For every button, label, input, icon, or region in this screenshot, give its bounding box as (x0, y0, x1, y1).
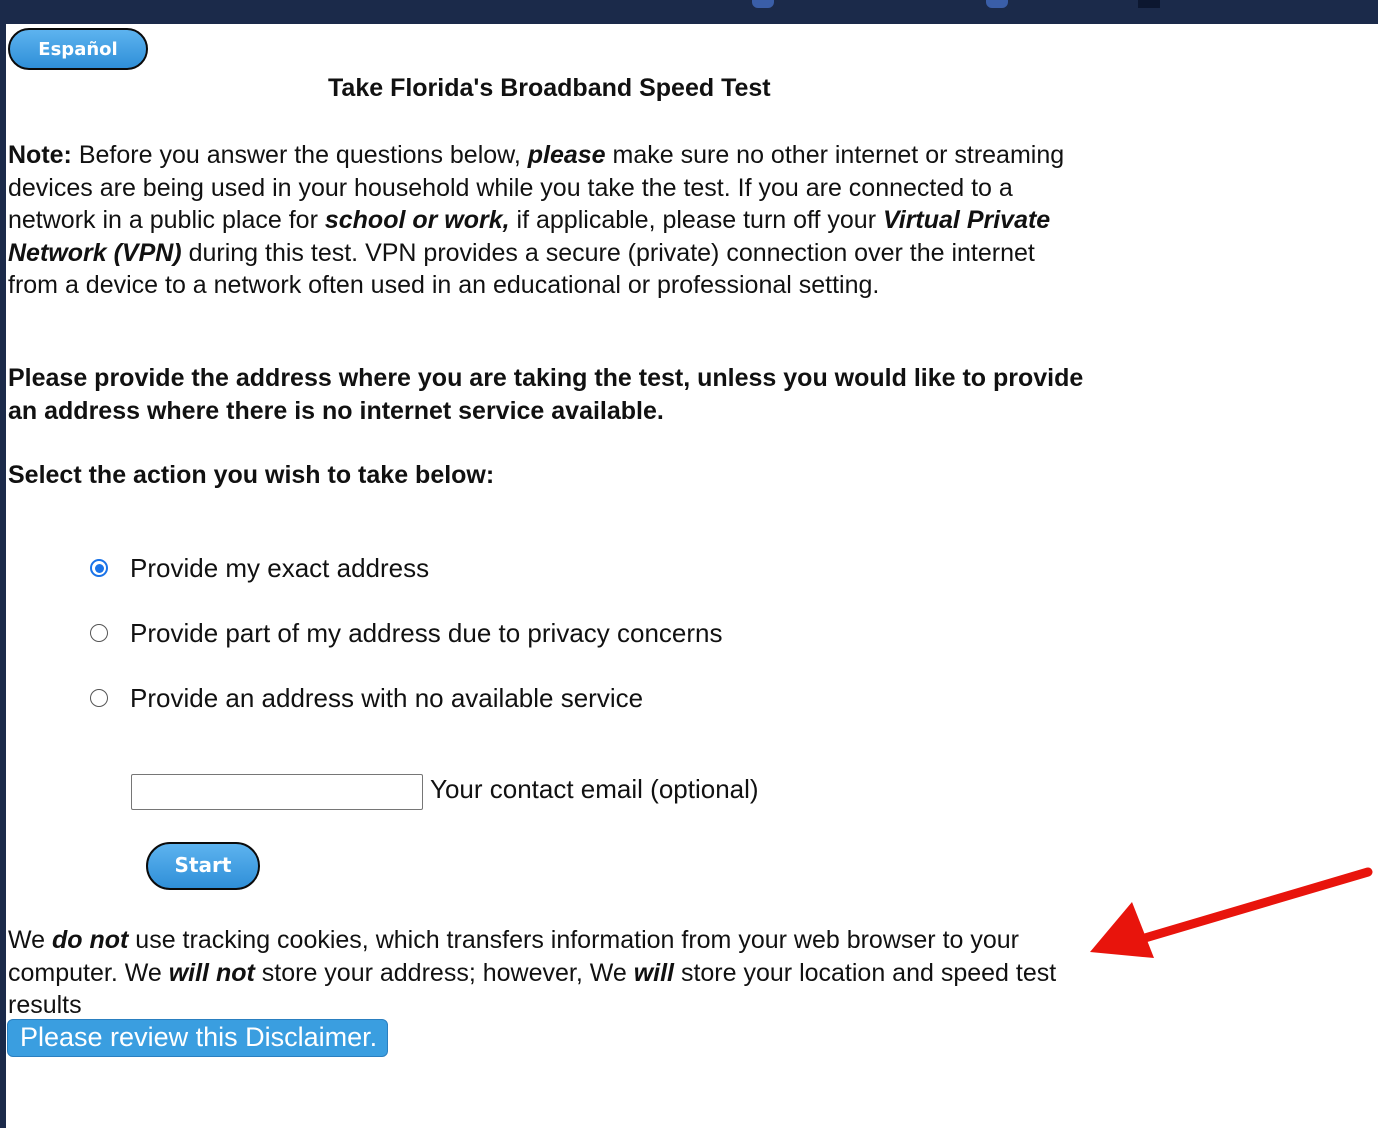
page-title: Take Florida's Broadband Speed Test (328, 74, 771, 102)
option-label: Provide an address with no available ser… (130, 682, 644, 713)
radio-button[interactable] (90, 689, 108, 707)
cookies-do-not: do not (52, 926, 129, 954)
espanol-button[interactable]: Español (8, 28, 148, 70)
top-strip-shape (752, 0, 774, 8)
top-strip-shape (986, 0, 1008, 8)
option-partial-address[interactable]: Provide part of my address due to privac… (90, 616, 723, 650)
option-no-service-address[interactable]: Provide an address with no available ser… (90, 681, 643, 715)
option-label: Provide part of my address due to privac… (130, 617, 723, 648)
select-prompt: Select the action you wish to take below… (8, 461, 495, 489)
note-label: Note: (8, 141, 72, 169)
note-text-1: Before you answer the questions below, (71, 141, 528, 169)
cookies-paragraph: We do not use tracking cookies, which tr… (8, 924, 1088, 1022)
start-button[interactable]: Start (146, 842, 260, 890)
arrow-shaft (1133, 867, 1373, 945)
option-exact-address[interactable]: Provide my exact address (90, 551, 429, 585)
address-instruction: Please provide the address where you are… (8, 364, 1084, 425)
note-please: please (527, 141, 606, 169)
radio-button[interactable] (90, 624, 108, 642)
browser-top-strip (0, 0, 1378, 22)
note-school-work: school or work, (324, 206, 510, 235)
cookies-text-3: store your address; however, We (254, 958, 634, 987)
top-strip-square (1138, 0, 1160, 8)
note-text-3: if applicable, please turn off your (509, 206, 883, 235)
cookies-will-not: will not (168, 958, 255, 987)
note-paragraph: Note: Before you answer the questions be… (8, 139, 1088, 302)
option-label: Provide my exact address (130, 552, 430, 583)
email-field[interactable] (131, 774, 423, 810)
page-content: Español Take Florida's Broadband Speed T… (6, 24, 1378, 1128)
radio-button-checked[interactable] (90, 559, 108, 577)
disclaimer-button[interactable]: Please review this Disclaimer. (7, 1019, 388, 1057)
arrow-head (1090, 902, 1154, 958)
cookies-will: will (633, 958, 675, 987)
cookies-text-1: We (8, 926, 52, 954)
email-label: Your contact email (optional) (430, 774, 759, 804)
red-arrow-icon (1090, 867, 1373, 958)
